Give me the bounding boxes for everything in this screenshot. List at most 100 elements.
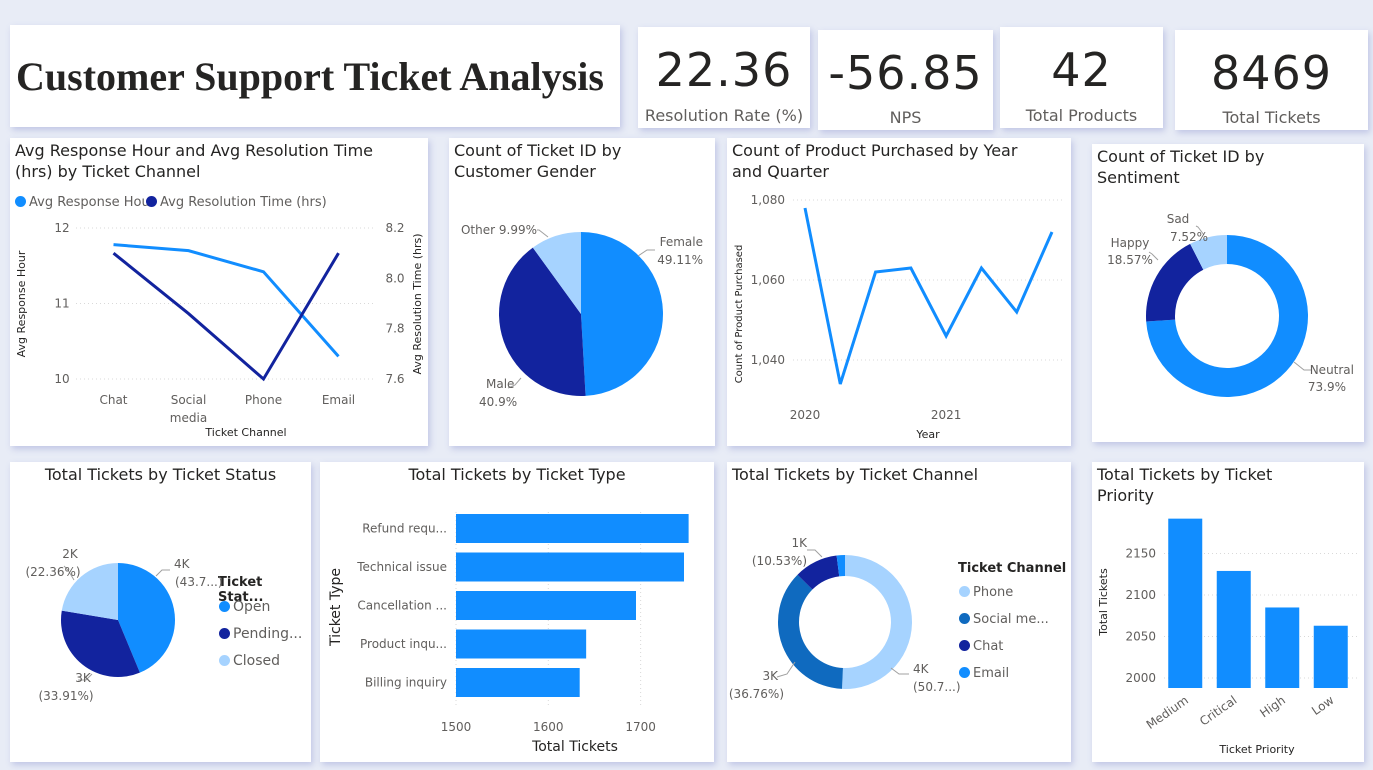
data-label: 49.11% — [657, 253, 703, 267]
data-label: (33.91%) — [38, 689, 93, 703]
y-tick-label: 1,060 — [751, 273, 785, 287]
x-tick-label: 2021 — [931, 408, 962, 422]
x-axis-label: Ticket Channel — [204, 426, 286, 439]
pie-chart[interactable]: 4K (43.7...) 3K (33.91%) 2K (22.36%) — [10, 462, 311, 762]
data-label: 73.9% — [1308, 380, 1346, 394]
x-tick-label: 1600 — [533, 720, 564, 734]
x-tick-label: 1500 — [441, 720, 472, 734]
data-label: Happy — [1111, 236, 1150, 250]
kpi-label: NPS — [889, 108, 922, 127]
chart-card-ticket-type: Total Tickets by Ticket Type 1500 1600 170… — [320, 462, 714, 762]
donut-chart[interactable]: 4K (50.7...) 3K (36.76%) 1K (10.53%) — [727, 462, 1071, 762]
bar-chart[interactable]: 1500 1600 1700 Refund requ... Technical issu… — [320, 462, 714, 762]
bar — [456, 668, 580, 697]
x-tick-label: Chat — [99, 393, 127, 407]
y2-tick-label: 8.2 — [385, 221, 404, 235]
y-axis-label: Avg Response Hour — [15, 250, 28, 357]
data-label: (36.76%) — [729, 687, 784, 701]
x-tick-label: media — [170, 411, 207, 425]
data-label: Male — [486, 377, 514, 391]
y-tick-label: 10 — [54, 372, 69, 386]
data-label: 3K — [75, 671, 92, 685]
y-tick-label: 2100 — [1125, 588, 1156, 602]
x-tick-label: Critical — [1197, 693, 1239, 729]
bar — [456, 552, 684, 582]
x-tick-label: Email — [322, 393, 355, 407]
pie-chart[interactable]: Female 49.11% Male 40.9% Other 9.99% — [449, 138, 715, 446]
chart-card-response-resolution: Avg Response Hour and Avg Resolution Tim… — [10, 138, 428, 446]
data-label: Female — [660, 235, 703, 249]
data-label: 2K — [62, 547, 79, 561]
kpi-label: Total Products — [1025, 106, 1138, 125]
kpi-value: 8469 — [1210, 46, 1333, 100]
data-label: 4K — [913, 662, 930, 676]
pie-slice — [581, 232, 663, 396]
bar — [456, 629, 587, 659]
y-tick-label: 2150 — [1125, 547, 1156, 561]
bar — [456, 591, 636, 620]
line-chart[interactable]: 1,0801,0601,0402020 2021YearCount of Prod… — [727, 138, 1071, 446]
pie-slice — [1146, 243, 1204, 322]
y2-tick-label: 7.6 — [385, 372, 404, 386]
chart-card-gender: Count of Ticket ID by Customer Gender Fe… — [449, 138, 715, 446]
bar — [456, 514, 689, 543]
x-tick-label: High — [1257, 693, 1288, 720]
data-label: Sad — [1167, 212, 1190, 226]
leader-line — [807, 549, 823, 558]
title-card: Customer Support Ticket Analysis — [10, 25, 620, 127]
y2-axis-label: Avg Resolution Time (hrs) — [411, 233, 424, 374]
data-label: 3K — [762, 669, 779, 683]
y-tick-label: 1,080 — [751, 193, 785, 207]
kpi-card-resolution-rate: 22.36 Resolution Rate (%) — [638, 27, 810, 128]
kpi-card-nps: -56.85 NPS — [818, 30, 993, 130]
chart-card-ticket-priority: Total Tickets by Ticket Priority 2150 210… — [1092, 462, 1364, 762]
data-label: (50.7...) — [913, 680, 961, 694]
leader-line — [155, 569, 170, 577]
kpi-value: 22.36 — [655, 43, 793, 97]
data-label: (43.7...) — [175, 575, 223, 589]
kpi-label: Total Tickets — [1222, 108, 1321, 127]
x-tick-label: 2020 — [790, 408, 821, 422]
data-label: (10.53%) — [752, 554, 807, 568]
y-axis-label: Count of Product Purchased — [734, 245, 745, 384]
series-line — [803, 207, 1054, 385]
bar-chart[interactable]: 2150 2100 2050 2000 Medium Critical High Low Tic… — [1092, 462, 1364, 762]
data-label: 1K — [791, 536, 808, 550]
leader-line — [890, 667, 909, 675]
line-chart[interactable]: 12 11 10 8.2 8.0 7.8 7.6 Chat Social media Phone Em… — [10, 138, 428, 446]
series-line — [113, 243, 340, 358]
donut-chart[interactable]: Neutral 73.9% Happy 18.57% Sad 7.52% — [1092, 144, 1364, 442]
y-tick-label: 2050 — [1125, 630, 1156, 644]
bar — [1216, 570, 1251, 688]
leader-line — [637, 249, 655, 257]
x-tick-label: Low — [1309, 693, 1337, 718]
kpi-card-total-products: 42 Total Products — [1000, 27, 1163, 128]
pie-slice — [778, 574, 843, 689]
data-label: (22.36%) — [25, 565, 80, 579]
chart-card-ticket-channel: Total Tickets by Ticket Channel Ticket C… — [727, 462, 1071, 762]
y-tick-label: 2000 — [1125, 671, 1156, 685]
y-tick-label: 11 — [54, 297, 69, 311]
y-tick-label: Cancellation ... — [357, 599, 447, 613]
y-axis-label: Ticket Type — [328, 568, 344, 647]
x-tick-label: 1700 — [625, 720, 656, 734]
x-tick-label: Social — [171, 393, 207, 407]
data-label: 18.57% — [1107, 253, 1153, 267]
y-tick-label: Refund requ... — [362, 522, 447, 536]
pie-slice — [842, 555, 912, 689]
y-tick-label: 1,040 — [751, 353, 785, 367]
y2-tick-label: 7.8 — [385, 322, 404, 336]
kpi-value: 42 — [1051, 43, 1112, 97]
data-label: 40.9% — [479, 395, 517, 409]
kpi-card-total-tickets: 8469 Total Tickets — [1175, 30, 1368, 130]
bar — [1313, 625, 1348, 688]
x-axis-label: Total Tickets — [531, 739, 618, 755]
leader-line — [537, 229, 549, 238]
x-tick-label: Phone — [245, 393, 282, 407]
data-label: Other 9.99% — [461, 223, 537, 237]
chart-card-ticket-status: Total Tickets by Ticket Status Ticket St… — [10, 462, 311, 762]
y-tick-label: Technical issue — [356, 560, 447, 574]
leader-line — [776, 661, 796, 678]
data-label: 4K — [174, 557, 191, 571]
data-label: 7.52% — [1170, 230, 1208, 244]
